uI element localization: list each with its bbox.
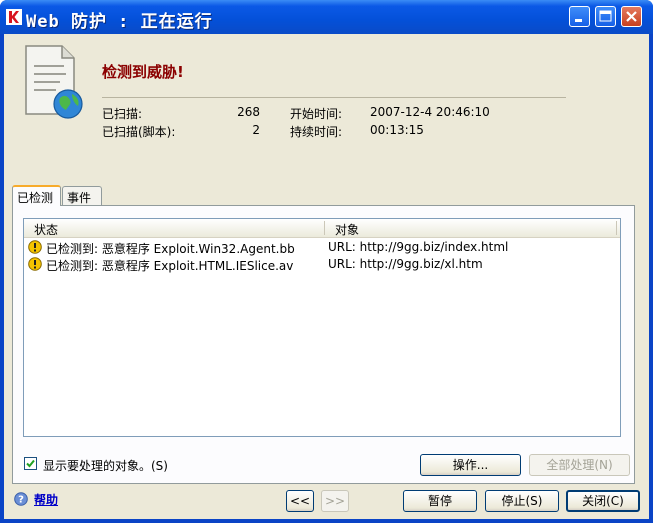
pause-button[interactable]: 暂停 (403, 490, 477, 512)
column-header-status[interactable]: 状态 (34, 221, 58, 238)
close-icon (626, 11, 637, 22)
list-row[interactable]: 已检测到: 恶意程序 Exploit.HTML.IESlice.av URL: … (24, 256, 620, 273)
start-time-label: 开始时间: (290, 107, 343, 121)
process-all-button[interactable]: 全部处理(N) (529, 454, 630, 476)
title-bar[interactable]: Web 防护 : 正在运行 (0, 0, 653, 34)
list-row[interactable]: 已检测到: 恶意程序 Exploit.Win32.Agent.bb URL: h… (24, 239, 620, 256)
minimize-button[interactable] (569, 6, 590, 27)
scanned-scripts-value: 2 (252, 123, 260, 137)
show-objects-checkbox[interactable] (24, 457, 37, 470)
maximize-icon (599, 10, 612, 22)
svg-text:?: ? (18, 495, 24, 506)
window-title: Web 防护 : 正在运行 (26, 12, 213, 32)
threat-headline: 检测到威胁! (102, 63, 184, 81)
duration-label: 持续时间: (290, 125, 343, 139)
minimize-icon (575, 19, 582, 22)
warning-icon (28, 257, 42, 271)
detected-objects-list[interactable]: 状态 对象 已检测到: 恶意程序 Exploit.Win32.Agent.bb … (23, 218, 621, 437)
warning-icon (28, 240, 42, 254)
tab-detected[interactable]: 已检测 (12, 185, 61, 206)
close-button[interactable]: 关闭(C) (566, 490, 640, 512)
scanned-value: 268 (237, 105, 260, 119)
kaspersky-k-icon (6, 9, 22, 25)
column-separator[interactable] (324, 221, 325, 235)
close-window-button[interactable] (621, 6, 642, 27)
stop-button[interactable]: 停止(S) (485, 490, 559, 512)
status-header: 检测到威胁! 已扫描: 268 开始时间: 2007-12-4 20:46:10… (4, 34, 649, 184)
scanned-label: 已扫描: (102, 107, 143, 121)
row-status: 已检测到: 恶意程序 Exploit.Win32.Agent.bb (46, 242, 295, 256)
scanned-scripts-label: 已扫描(脚本): (102, 125, 176, 139)
detected-tab-panel: 状态 对象 已检测到: 恶意程序 Exploit.Win32.Agent.bb … (12, 205, 635, 484)
help-icon: ? (14, 492, 28, 506)
prev-button[interactable]: << (286, 490, 314, 512)
app-window: Web 防护 : 正在运行 检测到威胁! 已扫描: 268 开始时间: 2007… (0, 0, 653, 523)
help-label[interactable]: 帮助 (34, 491, 58, 508)
dialog-body: 检测到威胁! 已扫描: 268 开始时间: 2007-12-4 20:46:10… (4, 34, 649, 519)
maximize-button[interactable] (595, 6, 616, 27)
actions-button[interactable]: 操作... (420, 454, 521, 476)
next-button[interactable]: >> (321, 490, 349, 512)
column-header-object[interactable]: 对象 (335, 221, 359, 238)
show-objects-label[interactable]: 显示要处理的对象。(S) (43, 457, 168, 474)
start-time-value: 2007-12-4 20:46:10 (370, 105, 490, 119)
header-divider (102, 97, 566, 98)
list-header: 状态 对象 (24, 219, 620, 238)
row-object: URL: http://9gg.biz/index.html (328, 240, 509, 254)
tab-events[interactable]: 事件 (62, 186, 102, 205)
web-document-icon (25, 45, 83, 119)
row-status: 已检测到: 恶意程序 Exploit.HTML.IESlice.av (46, 259, 294, 273)
row-object: URL: http://9gg.biz/xl.htm (328, 257, 483, 271)
column-separator[interactable] (616, 221, 617, 235)
checkmark-icon (26, 459, 35, 468)
duration-value: 00:13:15 (370, 123, 424, 137)
